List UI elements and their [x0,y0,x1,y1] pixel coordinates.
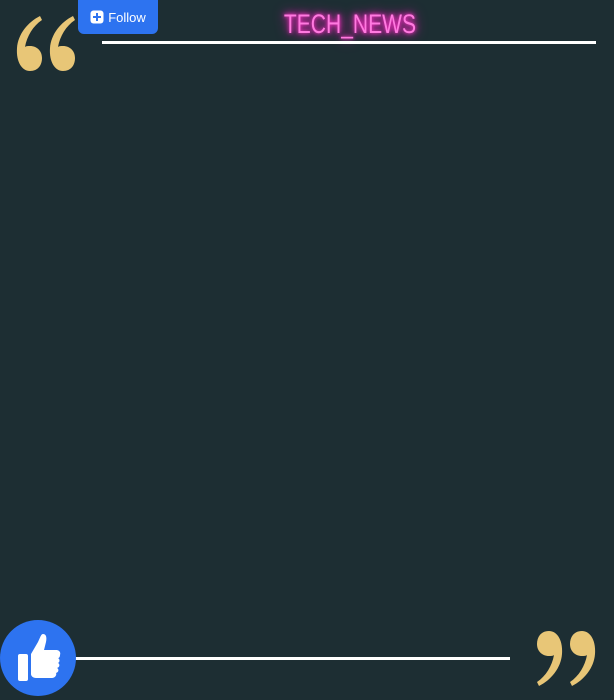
follow-button[interactable]: Follow [78,0,158,34]
follow-label: Follow [108,9,146,25]
open-quote-icon [16,16,75,71]
bottom-divider [72,657,510,660]
thumbs-up-icon [0,620,76,696]
page-title: TECH_NEWS [283,9,417,39]
close-quote-icon [537,631,596,686]
like-button[interactable] [0,614,77,700]
plus-icon [90,10,104,24]
top-divider [102,41,596,44]
